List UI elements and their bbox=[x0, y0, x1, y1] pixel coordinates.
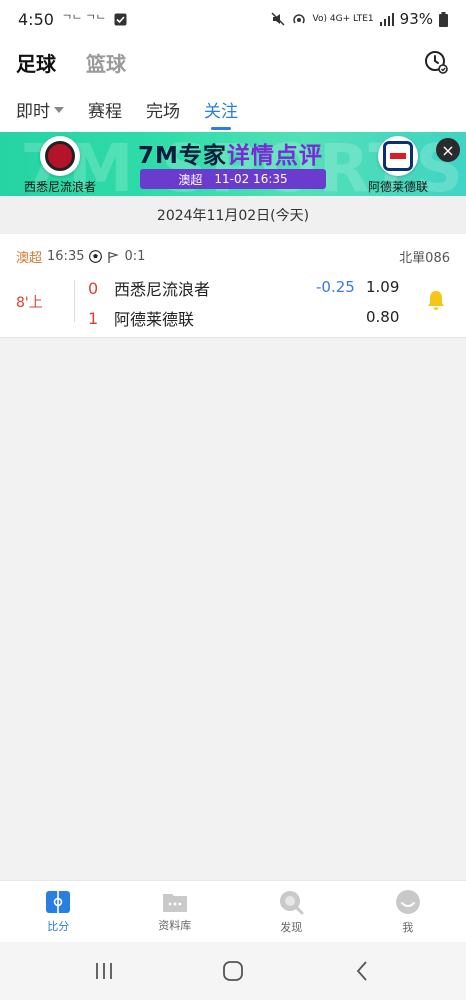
banner-title-main: 7M专家 bbox=[138, 143, 227, 169]
home-team: 西悉尼流浪者 bbox=[114, 280, 211, 299]
tab-live[interactable]: 即时 bbox=[16, 86, 64, 132]
banner-match-info: 澳超 11-02 16:35 bbox=[140, 169, 326, 189]
nav-discover[interactable]: 发现 bbox=[233, 881, 350, 942]
banner-datetime: 11-02 16:35 bbox=[214, 172, 288, 186]
banner-away-name: 阿德莱德联 bbox=[367, 180, 428, 194]
bottom-nav: 比分 资料库 发现 我 bbox=[0, 880, 466, 942]
promo-banner[interactable]: 7M SPORTS 西悉尼流浪者 7M专家详情点评 澳超 11-02 16:35… bbox=[0, 132, 466, 196]
home-button[interactable] bbox=[218, 956, 248, 986]
corner-flag-icon bbox=[108, 251, 120, 263]
tab-football[interactable]: 足球 bbox=[16, 48, 56, 77]
network-type: Vo) 4G+ LTE1 bbox=[312, 14, 374, 24]
home-crest-icon bbox=[40, 136, 80, 176]
banner-away-team: 阿德莱德联 bbox=[368, 136, 428, 195]
home-icon bbox=[223, 961, 243, 981]
nav-scores-label: 比分 bbox=[47, 919, 70, 933]
back-icon bbox=[356, 961, 367, 981]
banner-home-team: 西悉尼流浪者 bbox=[24, 136, 96, 195]
system-nav-bar bbox=[0, 942, 466, 1000]
nav-database-label: 资料库 bbox=[158, 918, 192, 932]
battery-percent: 93% bbox=[399, 10, 433, 28]
discover-icon bbox=[280, 890, 304, 914]
corner-score: 0:1 bbox=[124, 249, 146, 264]
nav-me[interactable]: 我 bbox=[350, 881, 466, 942]
clock: 4:50 bbox=[18, 9, 54, 29]
recent-apps-icon bbox=[96, 963, 113, 979]
history-clock-icon[interactable] bbox=[422, 48, 450, 76]
banner-title: 7M专家详情点评 bbox=[138, 136, 323, 170]
back-button[interactable] bbox=[347, 956, 377, 986]
banner-league: 澳超 bbox=[178, 172, 203, 187]
lottery-code: 北單086 bbox=[399, 251, 450, 266]
recent-apps-button[interactable] bbox=[89, 956, 119, 986]
sport-header: 足球 篮球 bbox=[0, 38, 466, 86]
banner-home-name: 西悉尼流浪者 bbox=[24, 180, 97, 194]
status-bar: 4:50 ᄀᄂ ᄀᄂ Vo) 4G+ LTE1 93% bbox=[0, 0, 466, 38]
bell-icon[interactable] bbox=[424, 288, 448, 312]
tab-followed-label: 关注 bbox=[204, 101, 238, 122]
task-check-icon bbox=[114, 13, 127, 25]
nav-database[interactable]: 资料库 bbox=[117, 881, 234, 942]
match-row[interactable]: 澳超 16:35 0:1 北單086 8'上 0 西悉尼流浪者 1 阿德莱德联 … bbox=[0, 234, 466, 338]
tab-basketball[interactable]: 篮球 bbox=[86, 48, 126, 77]
chevron-down-icon bbox=[54, 107, 64, 113]
match-meta: 澳超 16:35 0:1 bbox=[16, 247, 145, 266]
away-odds: 0.80 bbox=[366, 308, 400, 326]
scoreboard-icon bbox=[46, 890, 71, 913]
carrier-icons: ᄀᄂ ᄀᄂ bbox=[61, 13, 106, 26]
close-icon[interactable]: × bbox=[436, 138, 460, 162]
tab-followed[interactable]: 关注 bbox=[204, 86, 238, 132]
away-score: 1 bbox=[88, 308, 99, 328]
away-team: 阿德莱德联 bbox=[114, 310, 195, 329]
match-status: 8'上 bbox=[16, 295, 43, 311]
home-row: 0 西悉尼流浪者 bbox=[88, 276, 210, 300]
mute-icon bbox=[271, 12, 285, 26]
battery-icon bbox=[439, 11, 448, 27]
football-icon bbox=[89, 250, 103, 263]
banner-title-highlight: 详情点评 bbox=[226, 143, 323, 169]
nav-scores[interactable]: 比分 bbox=[0, 881, 117, 942]
away-crest-icon bbox=[377, 136, 418, 176]
signal-icon bbox=[379, 12, 394, 26]
home-score: 0 bbox=[88, 278, 99, 298]
tab-schedule-label: 赛程 bbox=[88, 101, 122, 122]
tab-finished[interactable]: 完场 bbox=[146, 86, 180, 132]
league-label: 澳超 bbox=[16, 251, 43, 266]
away-row: 1 阿德莱德联 bbox=[88, 306, 194, 330]
profile-icon bbox=[395, 889, 420, 914]
home-odds: 1.09 bbox=[366, 278, 400, 296]
date-header: 2024年11月02日(今天) bbox=[0, 196, 466, 234]
folder-icon bbox=[162, 893, 187, 912]
kickoff-time: 16:35 bbox=[47, 249, 85, 264]
nav-discover-label: 发现 bbox=[280, 920, 303, 934]
tab-schedule[interactable]: 赛程 bbox=[88, 86, 122, 132]
hotspot-icon bbox=[292, 14, 305, 24]
nav-me-label: 我 bbox=[402, 920, 414, 934]
handicap: -0.25 bbox=[316, 278, 355, 296]
divider bbox=[74, 280, 75, 322]
tab-live-label: 即时 bbox=[16, 101, 50, 122]
sub-tabs: 即时 赛程 完场 关注 bbox=[0, 86, 466, 132]
tab-finished-label: 完场 bbox=[146, 101, 180, 122]
